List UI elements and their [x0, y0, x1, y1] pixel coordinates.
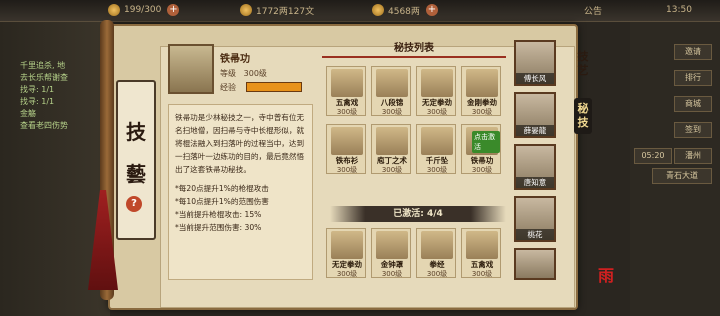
- map-button[interactable]: 潘州: [674, 148, 712, 164]
- invite-button[interactable]: 邀请: [674, 44, 712, 60]
- skill-card[interactable]: 八段锦 300级: [371, 66, 411, 116]
- description-text: 铁帚功是少林秘技之一，寺中曾有位无名扫地僧，因扫帚与寺中长棍形似，就将棍法融入到…: [175, 113, 305, 174]
- panel-title: 技 藝: [116, 80, 156, 240]
- quest-line[interactable]: 金觞: [20, 108, 36, 119]
- weather-time: 05:20: [634, 148, 672, 164]
- character-portrait[interactable]: [514, 248, 556, 280]
- ingot-display: 4568两 +: [372, 2, 438, 18]
- skill-name: 铁帚功: [220, 54, 250, 65]
- skill-card[interactable]: 千斤坠 300级: [416, 124, 456, 174]
- shop-button[interactable]: 商城: [674, 96, 712, 112]
- help-button[interactable]: ?: [126, 196, 142, 212]
- bonus-line: *每10点提升1%的范围伤害: [175, 197, 269, 206]
- character-portrait[interactable]: 桃花: [514, 196, 556, 242]
- level-row: 等级 300级: [220, 69, 267, 78]
- skill-description: 铁帚功是少林秘技之一，寺中曾有位无名扫地僧，因扫帚与寺中长棍形似，就将棍法融入到…: [168, 104, 313, 280]
- signin-button[interactable]: 签到: [674, 122, 712, 138]
- activate-badge[interactable]: 点击激活: [472, 131, 500, 153]
- skill-portrait: [168, 44, 214, 94]
- right-side-panel: 邀请 排行 商城 签到 潘州 05:20 青石大道: [630, 22, 720, 316]
- active-skill-card[interactable]: 拳经 300级: [416, 228, 456, 278]
- skill-card[interactable]: 铁布衫 300级: [326, 124, 366, 174]
- bonus-line: *当前提升范围伤害: 30%: [175, 223, 262, 232]
- quest-line: 查看老四伤势: [20, 121, 68, 130]
- quest-line: 找寻: 1/1: [20, 85, 55, 94]
- rank-button[interactable]: 排行: [674, 70, 712, 86]
- tab-skill[interactable]: 技艺: [574, 50, 592, 78]
- active-skill-card[interactable]: 金钟罩 300级: [371, 228, 411, 278]
- bonus-line: *每20点提升1%的枪棍攻击: [175, 184, 269, 193]
- skill-card[interactable]: 金刚拳劲 300级: [461, 66, 501, 116]
- character-portrait[interactable]: 薛晏龍: [514, 92, 556, 138]
- stamina-display: 199/300 +: [108, 2, 180, 18]
- tab-secret-skill[interactable]: 秘技: [574, 98, 592, 134]
- character-portrait[interactable]: 唐知意: [514, 144, 556, 190]
- exp-bar: [246, 82, 302, 92]
- announce-button[interactable]: 公告: [584, 2, 602, 18]
- skill-card[interactable]: 庖丁之术 300级: [371, 124, 411, 174]
- skill-card[interactable]: 五禽戏 300级: [326, 66, 366, 116]
- quest-line: 找寻: 1/1: [20, 97, 55, 106]
- quest-line[interactable]: 去长乐帮谢查: [20, 72, 68, 83]
- list-title: 秘技列表: [322, 40, 506, 58]
- exp-label: 经验: [220, 83, 236, 92]
- game-logo: 雨: [598, 266, 615, 285]
- character-portrait[interactable]: 傅长风: [514, 40, 556, 86]
- active-skill-card[interactable]: 无定拳劲 300级: [326, 228, 366, 278]
- active-skill-card[interactable]: 五禽戏 300级: [461, 228, 501, 278]
- bonus-line: *当前提升枪棍攻击: 15%: [175, 210, 262, 219]
- add-stamina-button[interactable]: +: [167, 4, 180, 16]
- gold-display: 1772两127文: [240, 2, 314, 18]
- skill-card-selected[interactable]: 点击激活 铁帚功 300级: [461, 124, 501, 174]
- quest-line[interactable]: 千里追杀, 地: [20, 60, 65, 71]
- activated-count: 已激活: 4/4: [330, 206, 506, 222]
- location-label[interactable]: 青石大道: [652, 168, 712, 184]
- skill-card[interactable]: 无定拳劲 300级: [416, 66, 456, 116]
- add-ingot-button[interactable]: +: [425, 4, 438, 16]
- clock: 13:50: [666, 5, 692, 15]
